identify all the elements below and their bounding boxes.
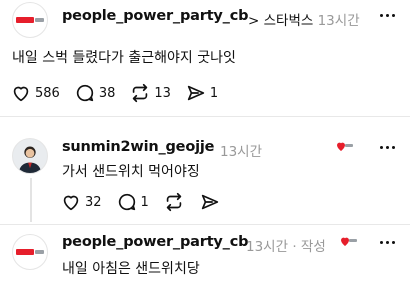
repost-button[interactable]: 13 (129, 82, 171, 104)
repost-count: 13 (154, 85, 171, 101)
person-photo-icon (13, 139, 47, 173)
party-logo (16, 15, 44, 25)
topic-tag[interactable]: 스타벅스 (264, 13, 314, 29)
author-tag: 작성 (300, 239, 326, 255)
topic-chevron: > (248, 13, 260, 29)
like-button[interactable]: 586 (10, 82, 60, 104)
post-meta: > 스타벅스 13시간 (248, 9, 360, 29)
avatar-people-power-party[interactable] (12, 234, 48, 270)
repost-icon (166, 192, 182, 212)
post-time: 13시간 (317, 13, 360, 29)
like-count: 586 (35, 85, 60, 101)
comment-icon (76, 84, 93, 102)
post-actions: 586 38 13 1 (10, 82, 232, 104)
heart-icon (13, 86, 29, 102)
reply1-text: 가서 샌드위치 먹어야징 (62, 164, 200, 180)
reply2-time: 13시간 (246, 239, 289, 255)
post-text: 내일 스벅 들렸다가 출근해야지 굿나잇 (12, 50, 236, 66)
share-button[interactable] (199, 191, 221, 213)
more-icon[interactable] (378, 10, 398, 20)
reply1-time: 13시간 (220, 144, 263, 160)
share-icon (201, 194, 218, 210)
reply-1: sunmin2win_geojje 13시간 가서 샌드위치 먹어야징 32 1 (0, 118, 410, 224)
post-divider (0, 116, 410, 117)
reply2-text: 내일 아침은 샌드위치당 (62, 261, 200, 277)
comment-button[interactable]: 1 (116, 191, 149, 213)
meta-separator: · (292, 239, 297, 255)
like-count: 32 (85, 194, 102, 210)
more-icon[interactable] (378, 142, 398, 152)
avatar-people-power-party[interactable] (12, 2, 48, 38)
comment-count: 1 (140, 194, 149, 210)
liked-by-author-icon (341, 237, 357, 246)
reply2-meta: 13시간 · 작성 (246, 235, 326, 255)
liked-by-author-icon (337, 142, 353, 151)
like-button[interactable]: 32 (60, 191, 102, 213)
share-button[interactable]: 1 (185, 82, 218, 104)
comment-count: 38 (98, 85, 116, 101)
post-main: people_power_party_cb > 스타벅스 13시간 내일 스벅 … (0, 0, 410, 118)
repost-button[interactable] (163, 191, 185, 213)
reply1-actions: 32 1 (60, 191, 235, 213)
more-icon[interactable] (378, 237, 398, 247)
thread-line (30, 178, 32, 222)
reply-2: people_power_party_cb 13시간 · 작성 내일 아침은 샌… (0, 225, 410, 290)
avatar-sunmin2win[interactable] (12, 138, 48, 174)
share-icon (187, 85, 205, 101)
reply1-username[interactable]: sunmin2win_geojje (62, 139, 214, 155)
share-count: 1 (209, 85, 219, 101)
heart-icon (63, 195, 79, 211)
comment-icon (118, 193, 135, 211)
party-logo (16, 247, 44, 257)
post-username[interactable]: people_power_party_cb (62, 8, 249, 24)
reply2-username[interactable]: people_power_party_cb (62, 234, 249, 250)
repost-icon (133, 83, 148, 103)
comment-button[interactable]: 38 (74, 82, 116, 104)
